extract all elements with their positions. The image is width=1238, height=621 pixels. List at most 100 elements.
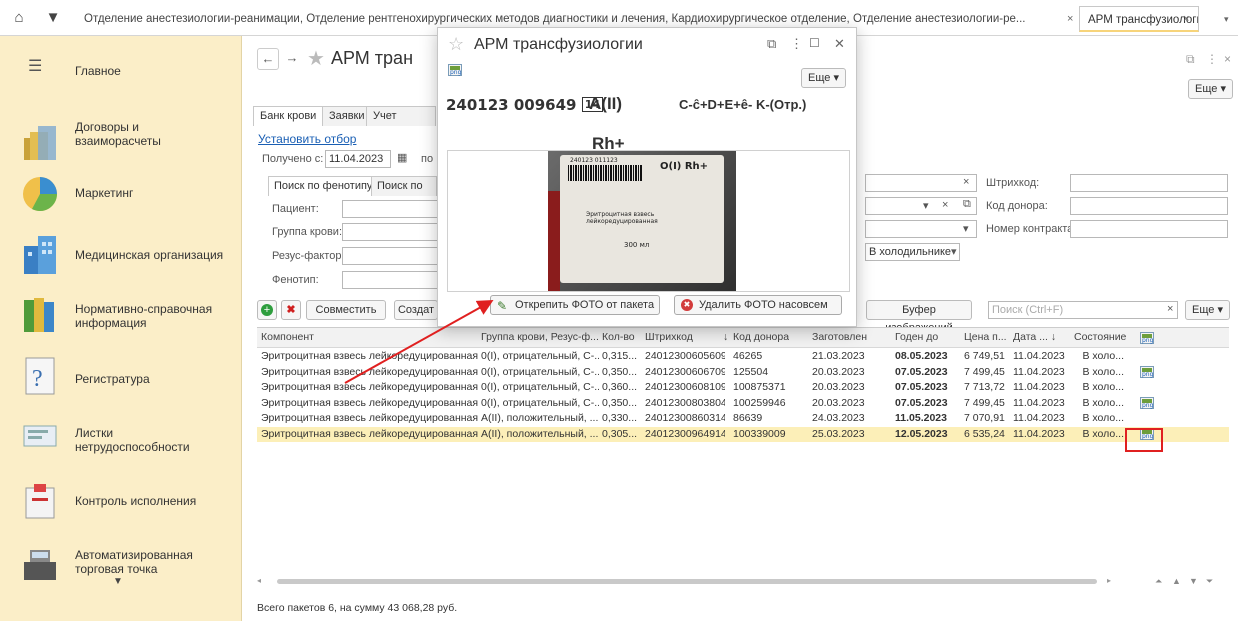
storage-select[interactable]: В холодильнике [865,243,960,261]
popup-dots-icon[interactable]: ⋮ [790,36,803,52]
sidebar-scroll-down-icon[interactable]: ▼ [113,576,123,587]
scroll-thumb[interactable] [277,579,1097,584]
phenotype-input[interactable] [342,271,442,289]
set-filter-link[interactable]: Установить отбор [258,132,356,146]
col-state[interactable]: Состояние [1074,331,1126,343]
delete-button[interactable]: ✖ [281,300,301,320]
filter-field-1[interactable] [865,174,977,192]
back-button[interactable]: ← [257,48,279,70]
sidebar-item-contracts[interactable]: Договоры и взаиморасчеты [75,120,161,148]
col-date[interactable]: Дата ... ↓ [1013,331,1056,343]
col-group[interactable]: Группа крови, Резус-ф... [481,331,599,343]
scroll-right-icon[interactable]: ▸ [1107,576,1111,585]
tab-search-antibody[interactable]: Поиск по ан [371,176,437,196]
col-barcode[interactable]: Штрихкод [645,331,693,343]
down-icon[interactable]: ▼ [1189,576,1198,586]
tab-blood-bank[interactable]: Банк крови [253,106,324,126]
scroll-left-icon[interactable]: ◂ [257,576,261,585]
tab-transfusion-close-icon[interactable]: × [1183,6,1189,32]
search-input[interactable]: Поиск (Ctrl+F) [988,301,1178,319]
sidebar-item-med-org[interactable]: Медицинская организация [75,248,223,262]
combine-button[interactable]: Совместить [306,300,386,320]
cell-valid: 08.05.2023 [895,350,948,362]
table-row[interactable]: Эритроцитная взвесь лейкоредуцированная 0… [257,365,1229,381]
popup-link-icon[interactable]: ⧉ [767,36,776,52]
popup-blood-group: A(II) [589,94,623,113]
delete-photo-button[interactable]: ✖ Удалить ФОТО насовсем [674,295,842,315]
tab-transfusion[interactable]: АРМ трансфузиологии [1079,6,1199,32]
horizontal-scrollbar[interactable]: ◂ ▸ [257,576,1127,586]
bag-code-text: 240123 009649 [446,96,577,114]
table-row[interactable]: Эритроцитная взвесь лейкоредуцированная 0… [257,380,1229,396]
dropdown-icon[interactable]: ▾ [923,199,929,212]
clear-2-icon[interactable]: × [942,199,948,211]
menu-dots-icon[interactable]: ⋮ [1206,52,1218,66]
create-button[interactable]: Создат [394,300,438,320]
received-from-input[interactable]: 11.04.2023 [325,150,391,168]
image-buffer-button[interactable]: Буфер изображений [866,300,972,334]
col-donor[interactable]: Код донора [733,331,789,343]
popup-maximize-icon[interactable]: ☐ [809,36,820,50]
close-form-icon[interactable]: × [1224,52,1231,66]
table-row[interactable]: Эритроцитная взвесь лейкоредуцированная 0… [257,349,1229,365]
pin-icon[interactable]: ▼ [44,9,62,27]
sidebar-item-reference[interactable]: Нормативно-справочная информация [75,302,212,330]
filter-field-2[interactable] [865,197,977,215]
sidebar-item-marketing[interactable]: Маркетинг [75,186,133,200]
sidebar-item-sick-leave[interactable]: Листки нетрудоспособности [75,426,190,454]
link-icon[interactable]: ⧉ [1186,52,1195,67]
cell-date: 11.04.2023 [1013,412,1065,424]
up-icon[interactable]: ▲ [1172,576,1181,586]
tab-requests[interactable]: Заявки [322,106,372,126]
more-button[interactable]: Еще ▾ [1188,79,1233,99]
popup-close-icon[interactable]: ✕ [834,36,845,52]
search-clear-icon[interactable]: × [1167,303,1173,315]
png-photo-icon[interactable] [1140,365,1154,378]
received-to-label: по [421,153,434,165]
popup-more-button[interactable]: Еще ▾ [801,68,846,88]
col-qty[interactable]: Кол-во [602,331,635,343]
col-prepared[interactable]: Заготовлен [812,331,867,343]
open-icon[interactable]: ⧉ [963,198,971,211]
detach-photo-button[interactable]: ✎ Открепить ФОТО от пакета [490,295,660,315]
storage-dropdown-icon[interactable]: ▾ [951,245,957,258]
first-page-icon[interactable]: ⏶ [1155,576,1162,587]
cell-state: В холо... [1082,396,1125,409]
tab-departments-close-icon[interactable]: × [1067,6,1073,32]
forward-button[interactable]: → [281,48,303,70]
table-header: Компонент Группа крови, Резус-ф... Кол-в… [257,328,1229,348]
table-row[interactable]: Эритроцитная взвесь лейкоредуцированная А… [257,426,1229,442]
rhesus-input[interactable] [342,247,442,265]
home-icon[interactable]: ⌂ [10,9,28,27]
barcode-input[interactable] [1070,174,1228,192]
col-valid[interactable]: Годен до [895,331,938,343]
sidebar-item-pos[interactable]: Автоматизированная торговая точка [75,548,193,576]
tabs-menu-icon[interactable]: ▾ [1224,6,1229,32]
more-button-2[interactable]: Еще ▾ [1185,300,1230,320]
patient-input[interactable] [342,200,442,218]
sidebar-item-control[interactable]: Контроль исполнения [75,494,196,508]
cell-qty: 0,360... [602,381,638,393]
favorite-star-icon[interactable]: ★ [307,46,325,71]
popup-png-icon[interactable] [448,64,462,76]
sidebar-item-main[interactable]: Главное [75,64,121,78]
col-component[interactable]: Компонент [261,331,314,343]
contract-input[interactable] [1070,220,1228,238]
sidebar-item-registry[interactable]: Регистратура [75,372,150,386]
donor-code-input[interactable] [1070,197,1228,215]
table-row[interactable]: Эритроцитная взвесь лейкоредуцированная А… [257,411,1229,427]
tab-search-phenotype[interactable]: Поиск по фенотипу [268,176,379,196]
table-row[interactable]: Эритроцитная взвесь лейкоредуцированная 0… [257,396,1229,412]
photo-code-text: 240123 011123 [570,157,618,164]
popup-star-icon[interactable]: ☆ [448,34,464,55]
last-page-icon[interactable]: ⏷ [1206,576,1213,587]
blood-group-input[interactable] [342,223,442,241]
col-price[interactable]: Цена п... [964,331,1007,343]
add-button[interactable]: + [257,300,277,320]
calendar-icon[interactable]: ▦ [397,151,407,164]
filter-field-3[interactable] [865,220,977,238]
tab-movement[interactable]: Учет движен [366,106,436,126]
clear-icon[interactable]: × [963,176,969,188]
png-photo-icon[interactable] [1140,396,1154,409]
dropdown-2-icon[interactable]: ▾ [963,222,969,235]
